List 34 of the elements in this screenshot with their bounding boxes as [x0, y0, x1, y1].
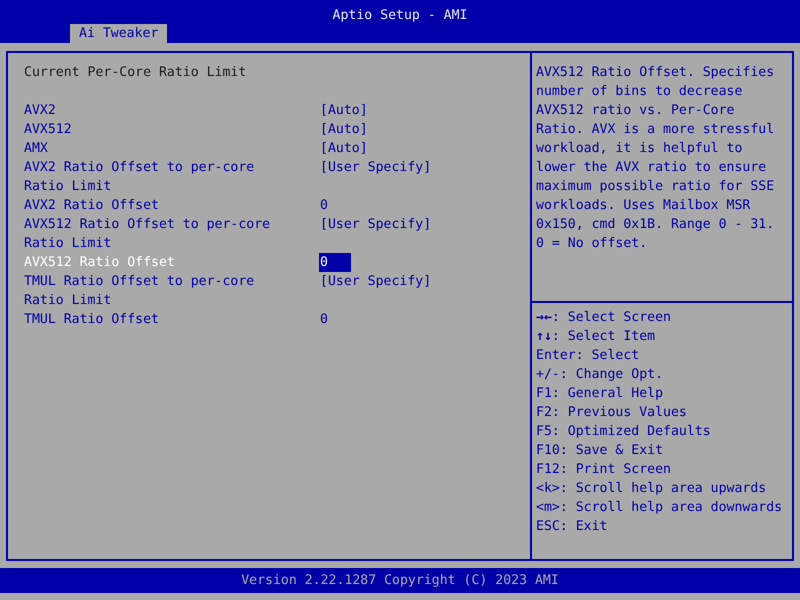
setting-value[interactable]: 0: [319, 253, 351, 272]
setting-value[interactable]: [User Specify]: [320, 158, 432, 177]
window-title: Aptio Setup - AMI: [332, 7, 468, 24]
setting-label[interactable]: AMX: [24, 139, 320, 158]
setting-label[interactable]: AVX2: [24, 101, 320, 120]
setting-label[interactable]: AVX512 Ratio Offset to per-core Ratio Limit: [24, 215, 320, 253]
key-help-line: Enter: Select: [536, 347, 640, 365]
setting-label[interactable]: TMUL Ratio Offset to per-core Ratio Limit: [24, 272, 320, 310]
setting-label[interactable]: AVX512: [24, 120, 320, 139]
key-help-line: <k>: Scroll help area upwards: [536, 480, 768, 498]
setting-label[interactable]: AVX2 Ratio Offset: [24, 196, 320, 215]
setting-value[interactable]: 0: [320, 310, 328, 329]
key-help-line: F5: Optimized Defaults: [536, 423, 712, 441]
key-help-line: F2: Previous Values: [536, 404, 688, 422]
setting-value[interactable]: 0: [320, 196, 328, 215]
setting-label[interactable]: AVX2 Ratio Offset to per-core Ratio Limit: [24, 158, 320, 196]
key-help-line: F10: Save & Exit: [536, 442, 664, 460]
key-help-line: ESC: Exit: [536, 518, 608, 536]
setting-value[interactable]: [Auto]: [320, 120, 368, 139]
help-text: AVX512 Ratio Offset. Specifies number of bins to decrease AVX512 ratio vs. Per-Core Ratio. AVX is a more stressful workload, it is helpful to lower the AVX ratio to ensure maximum possible ratio for SSE workloads. Uses Mailbox MSR 0x150, cmd 0x1B. Range 0 - 31. 0 = No offset.: [536, 64, 776, 253]
setting-value[interactable]: [User Specify]: [320, 215, 432, 234]
status-bar: Version 2.22.1287 Copyright (C) 2023 AMI: [0, 568, 800, 593]
setting-value[interactable]: [Auto]: [320, 101, 368, 120]
key-help-line: ↑↓: Select Item: [536, 328, 656, 346]
setting-value[interactable]: [Auto]: [320, 139, 368, 158]
key-help-line: →←: Select Screen: [536, 309, 672, 327]
tab[interactable]: Ai Tweaker: [70, 24, 168, 43]
key-help-line: +/-: Change Opt.: [536, 366, 664, 384]
key-help-line: <m>: Scroll help area downwards: [536, 499, 784, 517]
setting-value[interactable]: [User Specify]: [320, 272, 432, 291]
section-heading: Current Per-Core Ratio Limit: [24, 64, 248, 82]
setting-label[interactable]: TMUL Ratio Offset: [24, 310, 320, 329]
key-help-line: F12: Print Screen: [536, 461, 672, 479]
key-help-line: F1: General Help: [536, 385, 664, 403]
